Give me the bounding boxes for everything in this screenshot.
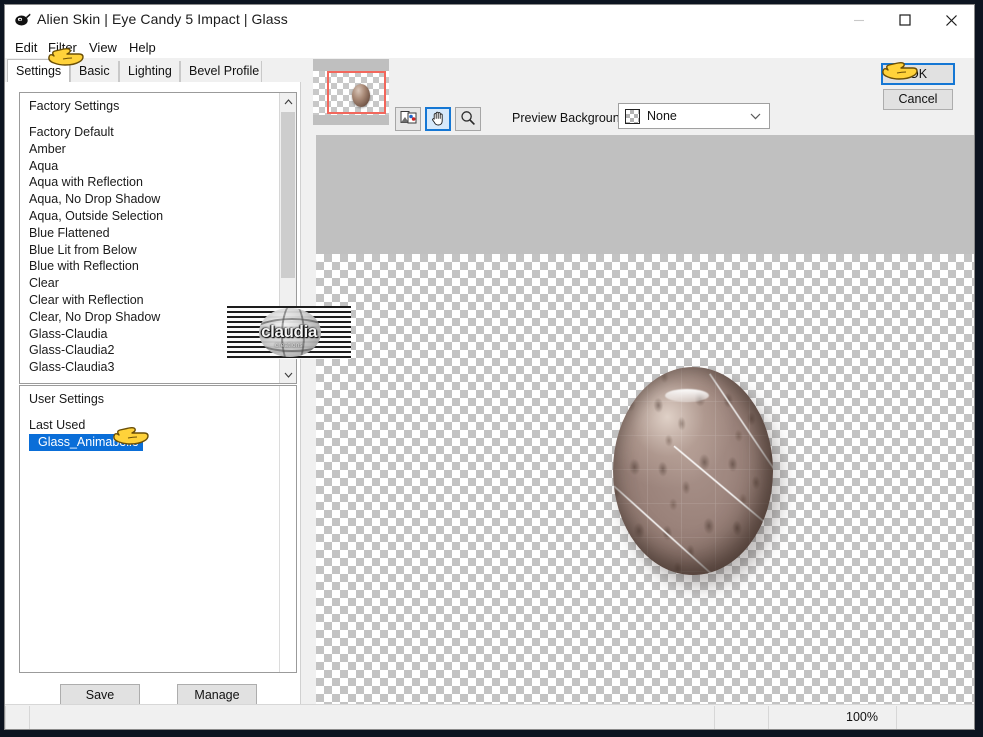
- preview-background-label: Preview Background:: [512, 111, 631, 125]
- minimize-icon: [836, 14, 882, 26]
- status-cell-right: [896, 706, 974, 729]
- list-item[interactable]: Blue Flattened: [20, 225, 296, 242]
- close-icon: [928, 14, 974, 27]
- selected-preset-label[interactable]: Glass_Animabelle: [29, 433, 143, 451]
- menu-item-view[interactable]: View: [85, 39, 121, 56]
- compare-preview-icon: [400, 110, 417, 129]
- preview-region: Preview Background: None OK Cancel: [301, 59, 974, 704]
- menu-bar: Edit Filter View Help: [5, 36, 974, 58]
- glass-egg-preview: [613, 367, 781, 587]
- navigator-selection-rect[interactable]: [327, 71, 386, 114]
- status-cell-message: [29, 706, 714, 729]
- tab-settings[interactable]: Settings: [7, 59, 70, 82]
- close-button[interactable]: [928, 5, 974, 35]
- menu-item-help[interactable]: Help: [125, 39, 160, 56]
- list-item[interactable]: Amber: [20, 141, 296, 158]
- preview-background-select[interactable]: None: [618, 103, 770, 129]
- list-item[interactable]: Blue with Reflection: [20, 258, 296, 275]
- zoom-level-label: 100%: [846, 710, 878, 724]
- tab-basic[interactable]: Basic: [70, 61, 119, 82]
- tab-lighting[interactable]: Lighting: [119, 61, 180, 82]
- factory-settings-header: Factory Settings: [29, 99, 120, 113]
- zoom-magnifier-button[interactable]: [455, 107, 481, 131]
- save-button[interactable]: Save: [60, 684, 140, 706]
- chevron-up-icon[interactable]: [280, 93, 296, 110]
- maximize-icon: [882, 14, 928, 26]
- manage-button[interactable]: Manage: [177, 684, 257, 706]
- navigator-thumbnail[interactable]: [313, 59, 389, 125]
- menu-item-edit[interactable]: Edit: [11, 39, 41, 56]
- list-item[interactable]: Aqua: [20, 158, 296, 175]
- settings-panel: Factory Settings Factory Default Amber A…: [5, 82, 301, 707]
- list-item[interactable]: Aqua, Outside Selection: [20, 208, 296, 225]
- list-item[interactable]: Aqua, No Drop Shadow: [20, 191, 296, 208]
- watermark-text: claudia: [261, 322, 317, 341]
- scrollbar-thumb[interactable]: [281, 112, 295, 278]
- egg-rim-shading: [613, 367, 773, 575]
- ok-button[interactable]: OK: [881, 63, 955, 85]
- status-cell-zoom: 100%: [768, 706, 896, 729]
- chevron-down-icon[interactable]: [280, 366, 296, 383]
- user-list-scrollbar[interactable]: [279, 386, 296, 672]
- tab-strip: Settings Basic Lighting Bevel Profile: [5, 59, 301, 82]
- list-item[interactable]: Glass-Claudia3: [20, 359, 296, 376]
- claudia-watermark: claudia creations: [227, 306, 351, 359]
- hand-pan-button[interactable]: [425, 107, 451, 131]
- preview-background-value: None: [647, 109, 677, 123]
- window-title: Alien Skin | Eye Candy 5 Impact | Glass: [37, 11, 288, 27]
- user-settings-list[interactable]: User Settings Last Used Glass_Animabelle: [19, 385, 297, 673]
- status-cell-spacer: [714, 706, 768, 729]
- list-item[interactable]: Aqua with Reflection: [20, 174, 296, 191]
- list-item[interactable]: Clear: [20, 275, 296, 292]
- list-item[interactable]: Last Used: [20, 417, 296, 434]
- list-item[interactable]: Glass_Animabelle: [20, 433, 296, 451]
- status-cell-left: [5, 706, 29, 729]
- egg-body: [613, 367, 773, 575]
- list-item[interactable]: Factory Default: [20, 124, 296, 141]
- checkerboard-swatch-icon: [625, 109, 640, 124]
- chevron-down-icon[interactable]: [750, 112, 761, 123]
- watermark-subtext: creations: [275, 343, 303, 349]
- compare-preview-button[interactable]: [395, 107, 421, 131]
- hand-pan-icon: [430, 110, 446, 129]
- tab-bevel-profile[interactable]: Bevel Profile: [180, 61, 262, 82]
- cancel-button[interactable]: Cancel: [883, 89, 953, 110]
- menu-item-filter[interactable]: Filter: [44, 39, 81, 56]
- application-window: Alien Skin | Eye Candy 5 Impact | Glass …: [4, 4, 975, 730]
- user-settings-header: User Settings: [29, 392, 105, 406]
- status-bar: 100%: [5, 704, 974, 729]
- minimize-button[interactable]: [836, 5, 882, 35]
- maximize-button[interactable]: [882, 5, 928, 35]
- alien-skin-logo-icon: [14, 12, 31, 29]
- title-bar: Alien Skin | Eye Candy 5 Impact | Glass: [5, 5, 974, 36]
- preview-canvas[interactable]: [316, 135, 974, 704]
- zoom-magnifier-icon: [460, 110, 476, 129]
- list-item[interactable]: Blue Lit from Below: [20, 242, 296, 259]
